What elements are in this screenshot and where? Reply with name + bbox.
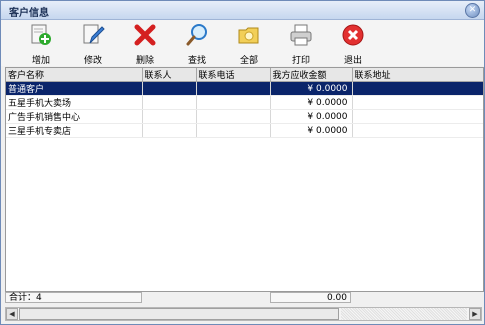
exit-button[interactable]: 退出 (331, 22, 375, 66)
cell-address (352, 81, 483, 96)
record-count: 合计：4 (5, 292, 142, 303)
folder-icon (238, 27, 259, 44)
customer-info-window: 客户信息 ✕ 增加 修改 删除 查找 全部 打印 退出 客户名称 联系人 联系电… (0, 0, 485, 325)
exit-label: 退出 (343, 56, 362, 66)
scroll-thumb[interactable] (19, 308, 339, 320)
cell-phone (196, 123, 271, 138)
scroll-right-icon[interactable]: ▶ (469, 308, 481, 320)
cell-name: 普通客户 (6, 81, 143, 96)
cell-address (352, 109, 483, 124)
col-header-amount[interactable]: 我方应收金额 (270, 68, 353, 82)
add-button[interactable]: 增加 (19, 22, 63, 66)
table-row[interactable]: 广告手机销售中心 ¥ 0.0000 (6, 109, 483, 124)
table-row[interactable]: 三星手机专卖店 ¥ 0.0000 (6, 123, 483, 138)
printer-icon (290, 24, 312, 46)
cell-contact (142, 81, 197, 96)
edit-button[interactable]: 修改 (71, 22, 115, 66)
col-header-address[interactable]: 联系地址 (352, 68, 483, 82)
amount-total: 0.00 (270, 292, 351, 303)
delete-button[interactable]: 删除 (123, 22, 167, 66)
close-icon[interactable]: ✕ (465, 3, 480, 18)
table-row[interactable]: 五星手机大卖场 ¥ 0.0000 (6, 95, 483, 110)
toolbar: 增加 修改 删除 查找 全部 打印 退出 (1, 20, 484, 66)
table-header: 客户名称 联系人 联系电话 我方应收金额 联系地址 (6, 68, 483, 82)
cell-amount: ¥ 0.0000 (270, 109, 353, 124)
col-header-contact[interactable]: 联系人 (142, 68, 197, 82)
cell-amount: ¥ 0.0000 (270, 81, 353, 96)
window-title: 客户信息 (9, 8, 49, 19)
cell-phone (196, 95, 271, 110)
cell-amount: ¥ 0.0000 (270, 95, 353, 110)
scroll-track[interactable] (341, 308, 467, 320)
print-button[interactable]: 打印 (279, 22, 323, 66)
edit-icon (83, 24, 105, 44)
search-button[interactable]: 查找 (175, 22, 219, 66)
col-header-phone[interactable]: 联系电话 (196, 68, 271, 82)
table-row[interactable]: 普通客户 ¥ 0.0000 (6, 81, 483, 96)
cell-contact (142, 109, 197, 124)
edit-label: 修改 (83, 56, 102, 66)
all-label: 全部 (239, 56, 258, 66)
cell-name: 三星手机专卖店 (6, 123, 143, 138)
add-icon (31, 24, 51, 45)
horizontal-scrollbar[interactable]: ◀ ▶ (5, 307, 482, 321)
search-label: 查找 (187, 56, 206, 66)
summary-bar: 合计：4 0.00 (5, 292, 482, 304)
cell-contact (142, 123, 197, 138)
search-icon (186, 24, 207, 46)
cell-address (352, 95, 483, 110)
delete-label: 删除 (135, 56, 154, 66)
print-label: 打印 (291, 56, 310, 66)
cell-contact (142, 95, 197, 110)
title-bar: 客户信息 ✕ (1, 1, 484, 20)
cell-phone (196, 81, 271, 96)
cell-amount: ¥ 0.0000 (270, 123, 353, 138)
scroll-left-icon[interactable]: ◀ (6, 308, 18, 320)
cell-name: 广告手机销售中心 (6, 109, 143, 124)
cell-name: 五星手机大卖场 (6, 95, 143, 110)
col-header-name[interactable]: 客户名称 (6, 68, 143, 82)
customer-table: 客户名称 联系人 联系电话 我方应收金额 联系地址 普通客户 ¥ 0.0000 … (5, 67, 484, 292)
exit-icon (342, 24, 364, 46)
delete-icon (134, 24, 156, 46)
cell-address (352, 123, 483, 138)
cell-phone (196, 109, 271, 124)
all-button[interactable]: 全部 (227, 22, 271, 66)
add-label: 增加 (31, 56, 50, 66)
